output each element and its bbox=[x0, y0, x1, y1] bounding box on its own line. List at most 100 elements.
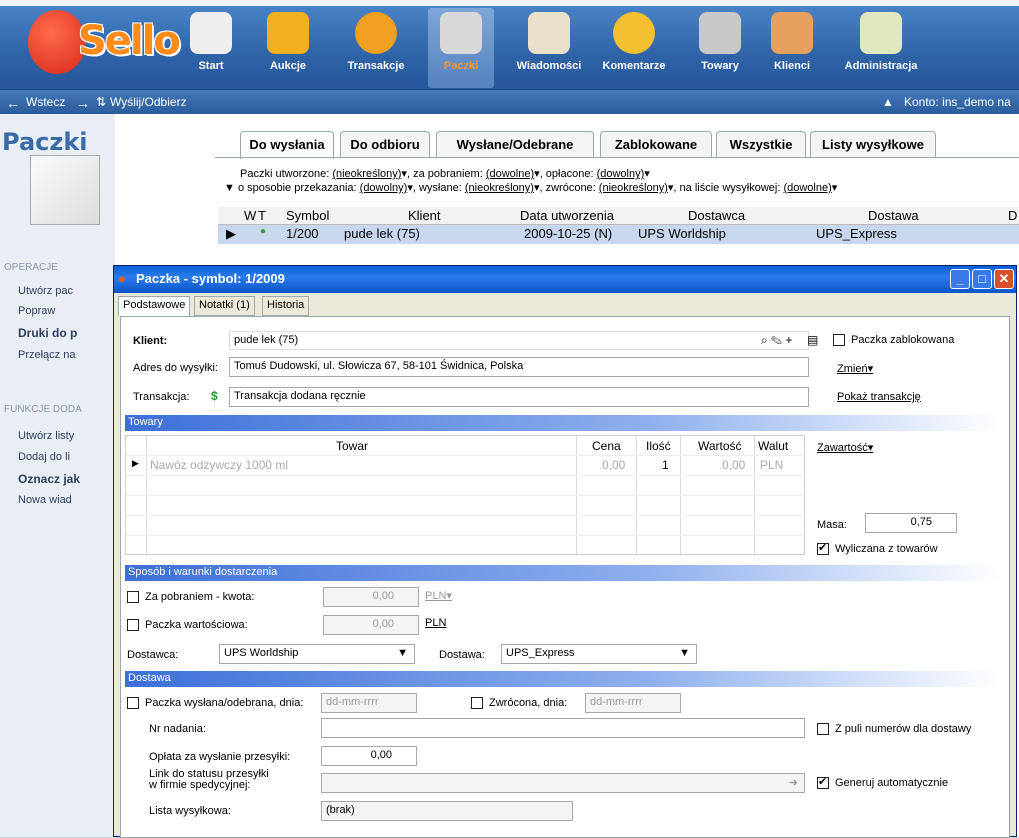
nav-komentarze-button[interactable]: Komentarze bbox=[596, 8, 672, 88]
dostawca-label: Dostawca: bbox=[127, 649, 179, 661]
nav-transakcje-button[interactable]: Transakcje bbox=[340, 8, 412, 88]
zawartosc-dropdown[interactable]: Zawartość▾ bbox=[817, 441, 873, 454]
towary-grid[interactable]: Towar Cena Ilość Wartość Walut ▶ Nawóz o… bbox=[125, 435, 806, 556]
col-klient[interactable]: Klient bbox=[408, 208, 441, 223]
go-icon[interactable]: ➜ bbox=[789, 776, 798, 789]
tab-do-wyslania[interactable]: Do wysłania bbox=[240, 131, 334, 159]
nav-aukcje-button[interactable]: Aukcje bbox=[258, 8, 318, 88]
zwrocona-checkbox[interactable] bbox=[471, 697, 483, 709]
op-przelacz[interactable]: Przełącz na bbox=[18, 349, 118, 361]
pobranie-currency[interactable]: PLN▾ bbox=[425, 589, 452, 602]
nav-klienci-button[interactable]: Klienci bbox=[762, 8, 822, 88]
link-status-field[interactable]: ➜ bbox=[321, 773, 805, 793]
filter-sposob[interactable]: (dowolny) bbox=[360, 182, 408, 194]
wyliczana-checkbox[interactable] bbox=[817, 541, 829, 555]
filter-lista[interactable]: (dowolne) bbox=[783, 182, 831, 194]
dropdown-arrow-icon: ▼ bbox=[679, 647, 690, 659]
dostawca-select[interactable]: UPS Worldship ▼ bbox=[219, 644, 415, 664]
tab-podstawowe[interactable]: Podstawowe bbox=[118, 296, 191, 317]
filter-label: , opłacone: bbox=[539, 168, 594, 180]
tab-historia[interactable]: Historia bbox=[262, 296, 310, 316]
op-utworz[interactable]: Utwórz pac bbox=[18, 285, 118, 297]
pobranie-amount-field[interactable]: 0,00 bbox=[323, 587, 419, 607]
col-data[interactable]: Data utworzenia bbox=[520, 208, 614, 223]
nav-wiadomosci-button[interactable]: Wiadomości bbox=[510, 8, 588, 88]
status-icon: ● bbox=[260, 226, 267, 237]
dollar-icon: $ bbox=[211, 389, 218, 403]
grid-col-ilosc[interactable]: Ilość bbox=[646, 439, 671, 453]
zwrocona-date-field[interactable]: dd-mm-rrrr bbox=[585, 693, 681, 713]
dostawa-select[interactable]: UPS_Express ▼ bbox=[501, 644, 697, 664]
filter-label: , na liście wysyłkowej: bbox=[673, 182, 781, 194]
grid-col-cena[interactable]: Cena bbox=[592, 439, 621, 453]
tab-wszystkie[interactable]: Wszystkie bbox=[716, 131, 806, 157]
table-row[interactable]: ▶ ● 1/200 pude lek (75) 2009-10-25 (N) U… bbox=[218, 225, 1019, 244]
func-utworz-listy[interactable]: Utwórz listy bbox=[18, 430, 118, 442]
dostawa-value: UPS_Express bbox=[506, 647, 575, 659]
wartosciowa-amount-field[interactable]: 0,00 bbox=[323, 615, 419, 635]
generuj-checkbox[interactable] bbox=[817, 775, 829, 789]
wartosciowa-currency[interactable]: PLN bbox=[425, 617, 446, 629]
nav-towary-button[interactable]: Towary bbox=[690, 8, 750, 88]
tab-wyslane-odebrane[interactable]: Wysłane/Odebrane bbox=[436, 131, 594, 157]
pobranie-label: Za pobraniem - kwota: bbox=[145, 591, 255, 603]
dialog-app-icon: ● bbox=[118, 271, 126, 286]
search-icon[interactable]: ⌕ ✎ + bbox=[761, 333, 792, 348]
wyslana-checkbox[interactable] bbox=[127, 697, 139, 709]
nav-start-button[interactable]: Start bbox=[186, 8, 236, 88]
grid-col-towar[interactable]: Towar bbox=[336, 439, 368, 453]
func-oznacz[interactable]: Oznacz jak bbox=[18, 472, 118, 486]
zablokowana-checkbox[interactable] bbox=[833, 334, 845, 346]
tab-notatki[interactable]: Notatki (1) bbox=[194, 296, 255, 316]
filter-pobranie[interactable]: (dowolne) bbox=[486, 168, 534, 180]
oplata-field[interactable]: 0,00 bbox=[321, 746, 417, 766]
col-d[interactable]: D bbox=[1008, 208, 1017, 223]
col-dostawa[interactable]: Dostawa bbox=[868, 208, 919, 223]
cell-dostawa: UPS_Express bbox=[816, 226, 897, 241]
back-arrow-icon[interactable]: ← bbox=[6, 95, 20, 111]
filter-wyslane[interactable]: (nieokreślony) bbox=[465, 182, 534, 194]
col-symbol[interactable]: Symbol bbox=[286, 208, 329, 223]
op-druki[interactable]: Druki do p bbox=[18, 326, 118, 340]
tab-do-odbioru[interactable]: Do odbioru bbox=[340, 131, 430, 157]
wyslana-date-field[interactable]: dd-mm-rrrr bbox=[321, 693, 417, 713]
forward-arrow-icon[interactable]: → bbox=[76, 95, 90, 111]
adres-field[interactable]: Tomuś Dudowski, ul. Słowicza 67, 58-101 … bbox=[229, 357, 809, 377]
tab-listy-wysylkowe[interactable]: Listy wysyłkowe bbox=[810, 131, 936, 157]
maximize-button[interactable]: □ bbox=[972, 269, 992, 289]
klient-field[interactable]: pude lek (75) bbox=[229, 331, 809, 350]
dostawa-section-header: Dostawa bbox=[125, 671, 1001, 687]
minimize-button[interactable]: _ bbox=[950, 269, 970, 289]
grid-col-waluta[interactable]: Walut bbox=[758, 439, 788, 453]
collapse-triangle-icon[interactable]: ▼ bbox=[224, 182, 238, 194]
send-receive-button[interactable]: Wyślij/Odbierz bbox=[110, 95, 187, 109]
transakcja-field[interactable]: Transakcja dodana ręcznie bbox=[229, 387, 809, 407]
grid-col-wartosc[interactable]: Wartość bbox=[698, 439, 742, 453]
list-icon[interactable]: ▤ bbox=[807, 333, 818, 347]
wartosciowa-checkbox[interactable] bbox=[127, 619, 139, 631]
masa-field[interactable]: 0,75 bbox=[865, 513, 957, 533]
z-puli-checkbox[interactable] bbox=[817, 723, 829, 735]
nav-administracja-button[interactable]: Administracja bbox=[836, 8, 926, 88]
lista-value: (brak) bbox=[326, 804, 355, 816]
close-button[interactable]: ✕ bbox=[994, 269, 1014, 289]
back-button[interactable]: Wstecz bbox=[26, 95, 65, 109]
col-w[interactable]: W bbox=[244, 208, 256, 223]
pokaz-transakcje-link[interactable]: Pokaż transakcję bbox=[837, 391, 921, 403]
dialog-titlebar[interactable]: ● Paczka - symbol: 1/2009 _ □ ✕ bbox=[114, 266, 1016, 293]
col-t[interactable]: T bbox=[258, 208, 266, 223]
filter-zwrocone[interactable]: (nieokreślony) bbox=[599, 182, 668, 194]
col-dostawca[interactable]: Dostawca bbox=[688, 208, 745, 223]
tab-zablokowane[interactable]: Zablokowane bbox=[600, 131, 712, 157]
nr-nadania-field[interactable] bbox=[321, 718, 805, 738]
nav-paczki-button[interactable]: Paczki bbox=[428, 8, 494, 88]
gavel-icon bbox=[267, 12, 309, 54]
func-dodaj[interactable]: Dodaj do li bbox=[18, 451, 118, 463]
filter-oplacone[interactable]: (dowolny) bbox=[597, 168, 645, 180]
pobranie-checkbox[interactable] bbox=[127, 591, 139, 603]
func-nowa-wiad[interactable]: Nowa wiad bbox=[18, 494, 118, 506]
zmien-dropdown[interactable]: Zmień▾ bbox=[837, 362, 873, 375]
filter-utworzone[interactable]: (nieokreślony) bbox=[332, 168, 401, 180]
op-popraw[interactable]: Popraw bbox=[18, 305, 118, 317]
filter-label: , zwrócone: bbox=[539, 182, 596, 194]
